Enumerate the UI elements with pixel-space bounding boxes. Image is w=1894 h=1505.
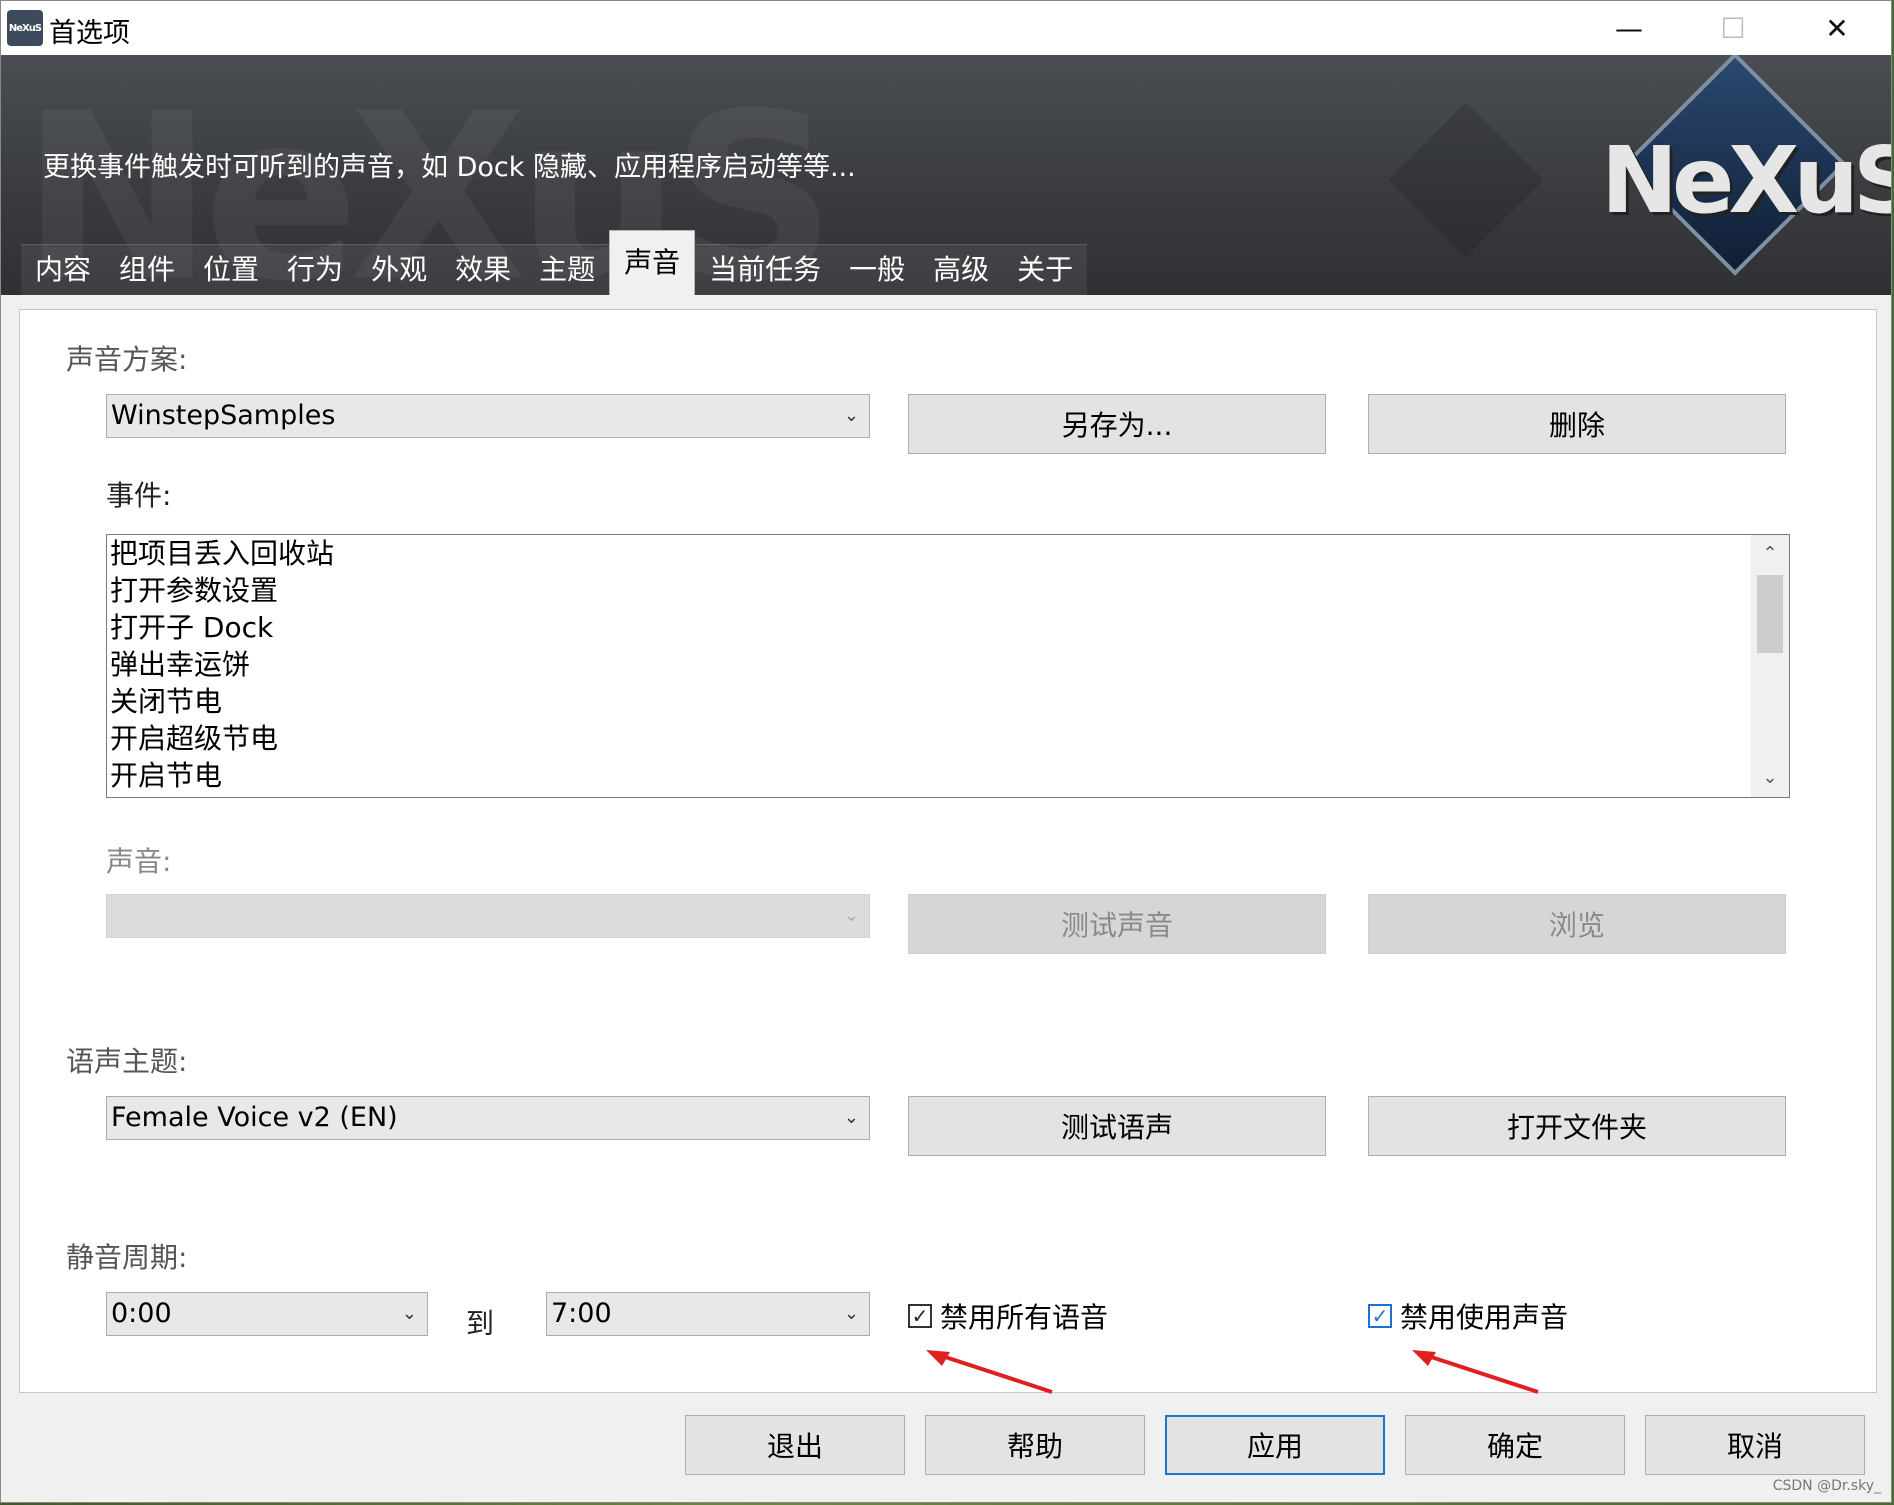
annotation-arrow-icon [1412,1350,1539,1394]
sound-scheme-value: WinstepSamples [111,400,336,431]
tab-current-tasks[interactable]: 当前任务 [695,244,836,295]
chevron-down-icon: ⌄ [843,405,859,426]
events-label: 事件: [106,479,172,512]
minimize-button[interactable]: — [1577,1,1681,55]
tab-widgets[interactable]: 组件 [105,244,190,295]
cancel-button[interactable]: 取消 [1645,1415,1865,1475]
disable-all-voice-label: 禁用所有语音 [940,1301,1109,1334]
tab-behavior[interactable]: 行为 [273,244,358,295]
tab-position[interactable]: 位置 [189,244,274,295]
sound-settings-panel: 声音方案: WinstepSamples ⌄ 另存为... 删除 事件: 把项目… [19,309,1877,1394]
exit-button[interactable]: 退出 [685,1415,905,1475]
close-button[interactable]: ✕ [1785,1,1889,55]
tab-bar: 内容 组件 位置 行为 外观 效果 主题 声音 当前任务 一般 高级 关于 [21,230,1088,295]
disable-all-voice-checkbox[interactable]: ✓ 禁用所有语音 [908,1296,1108,1336]
scroll-thumb[interactable] [1757,575,1783,653]
tab-general[interactable]: 一般 [835,244,920,295]
scroll-down-arrow-icon[interactable]: ⌄ [1751,759,1789,797]
sound-scheme-select[interactable]: WinstepSamples ⌄ [106,394,870,438]
sound-select[interactable]: ⌄ [106,894,870,938]
list-item[interactable]: 开启节电 [107,757,1789,794]
test-voice-button[interactable]: 测试语声 [908,1096,1326,1156]
disable-sound-checkbox[interactable]: ✓ 禁用使用声音 [1368,1296,1568,1336]
help-button[interactable]: 帮助 [925,1415,1145,1475]
list-item[interactable]: 弹出幸运饼 [107,646,1789,683]
corner-watermark: CSDN @Dr.sky_ [1772,1478,1881,1494]
nexus-app-icon: NeXuS [7,10,43,46]
voice-theme-value: Female Voice v2 (EN) [111,1102,398,1133]
mute-to-select[interactable]: 7:00 ⌄ [546,1292,870,1336]
mute-to-value: 7:00 [551,1298,612,1329]
mute-period-label: 静音周期: [66,1241,188,1274]
apply-button[interactable]: 应用 [1165,1415,1385,1475]
events-scrollbar[interactable]: ⌃ ⌄ [1751,535,1789,797]
scroll-up-arrow-icon[interactable]: ⌃ [1751,535,1789,573]
nexus-logo: NeXuS [1388,55,1891,295]
chevron-down-icon: ⌄ [843,905,859,926]
voice-theme-label: 语声主题: [66,1045,188,1078]
logo-shadow-shape [1388,102,1544,258]
browse-button[interactable]: 浏览 [1368,894,1786,954]
tab-effects[interactable]: 效果 [441,244,526,295]
chevron-down-icon: ⌄ [843,1303,859,1324]
chevron-down-icon: ⌄ [843,1107,859,1128]
preferences-window: NeXuS 首选项 — ☐ ✕ NeXuS 更换事件触发时可听到的声音，如 Do… [0,0,1892,1503]
tab-advanced[interactable]: 高级 [919,244,1004,295]
mute-from-select[interactable]: 0:00 ⌄ [106,1292,428,1336]
tab-sound[interactable]: 声音 [609,230,696,295]
ok-button[interactable]: 确定 [1405,1415,1625,1475]
test-sound-button[interactable]: 测试声音 [908,894,1326,954]
chevron-down-icon: ⌄ [401,1303,417,1324]
tab-themes[interactable]: 主题 [525,244,610,295]
delete-button[interactable]: 删除 [1368,394,1786,454]
maximize-button[interactable]: ☐ [1681,1,1785,55]
voice-theme-select[interactable]: Female Voice v2 (EN) ⌄ [106,1096,870,1140]
open-folder-button[interactable]: 打开文件夹 [1368,1096,1786,1156]
window-title: 首选项 [49,18,130,49]
tab-content[interactable]: 内容 [21,244,106,295]
mute-from-value: 0:00 [111,1298,172,1329]
checkbox-checked-icon[interactable]: ✓ [1368,1304,1392,1328]
tab-about[interactable]: 关于 [1003,244,1088,295]
tab-appearance[interactable]: 外观 [357,244,442,295]
sound-label: 声音: [106,845,172,878]
to-label: 到 [466,1307,495,1340]
list-item[interactable]: 开启超级节电 [107,720,1789,757]
title-bar[interactable]: NeXuS 首选项 — ☐ ✕ [1,1,1891,55]
page-description: 更换事件触发时可听到的声音，如 Dock 隐藏、应用程序启动等等... [43,152,856,183]
sound-scheme-label: 声音方案: [66,343,188,376]
list-item[interactable]: 关闭节电 [107,683,1789,720]
annotation-arrow-icon [926,1350,1053,1394]
events-list[interactable]: 把项目丢入回收站 打开参数设置 打开子 Dock 弹出幸运饼 关闭节电 开启超级… [106,534,1790,798]
disable-sound-label: 禁用使用声音 [1400,1301,1569,1334]
logo-text: NeXuS [1601,127,1891,234]
save-as-button[interactable]: 另存为... [908,394,1326,454]
checkbox-checked-icon[interactable]: ✓ [908,1304,932,1328]
list-item[interactable]: 打开参数设置 [107,572,1789,609]
list-item[interactable]: 打开子 Dock [107,609,1789,646]
list-item[interactable]: 把项目丢入回收站 [107,535,1789,572]
